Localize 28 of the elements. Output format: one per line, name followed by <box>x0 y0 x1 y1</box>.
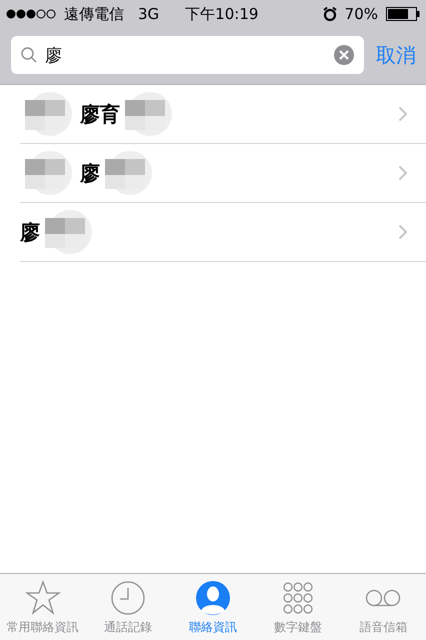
tab[interactable]: 常用聯絡資訊 <box>0 574 86 640</box>
contact-row[interactable]: 廖育 <box>20 85 426 144</box>
contact-name: 廖育 <box>80 100 120 128</box>
clock-icon <box>110 580 146 616</box>
battery-percent: 70% <box>344 5 378 23</box>
clear-icon[interactable] <box>334 45 354 65</box>
chevron-icon <box>398 165 408 181</box>
carrier-name: 遠傳電信 <box>64 4 124 24</box>
network-type: 3G <box>138 5 160 23</box>
clock-time: 下午10:19 <box>185 4 258 24</box>
contact-name: 廖 <box>80 160 100 186</box>
search-field[interactable]: 廖 <box>11 36 364 74</box>
tab[interactable]: 聯絡資訊 <box>170 574 256 640</box>
chevron-icon <box>398 106 408 122</box>
tab[interactable]: 通話記錄 <box>85 574 170 640</box>
contact-row[interactable]: 廖 <box>20 144 426 203</box>
tab[interactable]: 語音信箱 <box>340 574 426 640</box>
star-icon <box>24 580 61 616</box>
signal-icon <box>6 9 56 19</box>
tab[interactable]: 數字鍵盤 <box>256 574 341 640</box>
alarm-icon <box>322 7 337 21</box>
person-icon <box>195 580 231 616</box>
search-icon <box>21 47 37 63</box>
cancel-button[interactable]: 取消 <box>376 42 416 68</box>
battery-icon <box>386 7 420 21</box>
contact-name: 廖 <box>20 218 40 246</box>
contact-row[interactable]: 廖 <box>20 203 426 262</box>
chevron-icon <box>398 224 408 240</box>
